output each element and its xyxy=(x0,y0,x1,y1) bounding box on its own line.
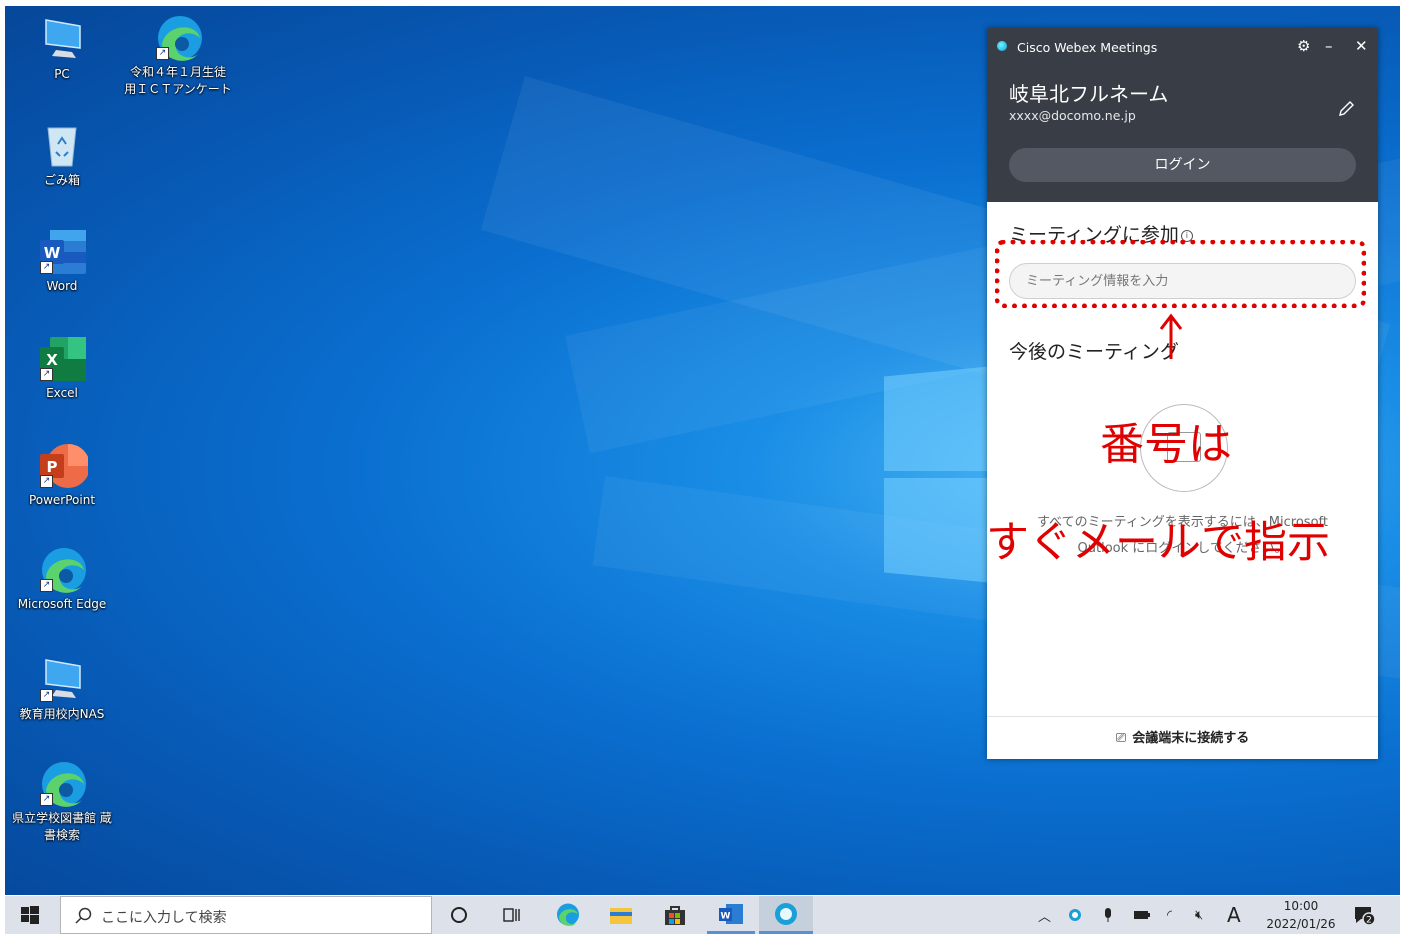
desktop-icon-label: Microsoft Edge xyxy=(17,597,107,611)
recycle-bin-icon xyxy=(36,122,88,168)
excel-icon: X ↗ xyxy=(36,335,88,381)
svg-text:2: 2 xyxy=(1366,916,1372,926)
settings-gear-icon[interactable]: ⚙ xyxy=(1297,37,1310,55)
edit-pencil-icon[interactable] xyxy=(1337,100,1355,122)
edge-icon: ↗ xyxy=(36,760,88,807)
shortcut-arrow-icon: ↗ xyxy=(40,368,53,381)
cortana-button[interactable] xyxy=(437,896,481,934)
windows-logo-wallpaper xyxy=(884,478,994,583)
pc-icon xyxy=(36,16,88,62)
desktop-icon-recycle-bin[interactable]: ごみ箱 xyxy=(7,122,117,189)
taskbar-webex-icon[interactable] xyxy=(759,896,813,934)
taskbar: ここに入力して検索 W ︿ ◜ 🔇︎ A 10:00 2022/01/26 2 xyxy=(5,896,1400,934)
desktop-icon-label: PC xyxy=(54,67,70,81)
taskbar-file-explorer-icon[interactable] xyxy=(599,896,643,934)
svg-text:W: W xyxy=(721,911,731,921)
svg-text:W: W xyxy=(44,244,61,262)
desktop-icon-word[interactable]: W ↗ Word xyxy=(7,228,117,295)
shortcut-arrow-icon: ↗ xyxy=(40,689,53,702)
divider xyxy=(987,716,1378,717)
desktop-icon-label: 県立学校図書館 蔵書検索 xyxy=(12,811,112,842)
cast-icon: ⎚ xyxy=(1115,731,1127,746)
task-view-button[interactable] xyxy=(489,896,533,934)
desktop-icon-label: PowerPoint xyxy=(28,493,96,507)
taskbar-edge-icon[interactable] xyxy=(545,896,589,934)
minimize-button[interactable]: – xyxy=(1325,37,1333,55)
login-button[interactable]: ログイン xyxy=(1009,148,1356,182)
taskbar-word-icon[interactable]: W xyxy=(707,896,755,934)
word-icon: W ↗ xyxy=(36,228,88,274)
desktop-icon-label: Word xyxy=(46,279,78,293)
start-button[interactable] xyxy=(5,896,55,934)
taskbar-store-icon[interactable] xyxy=(653,896,697,934)
desktop-icon-microsoft-edge[interactable]: ↗ Microsoft Edge xyxy=(7,546,117,613)
microphone-icon[interactable] xyxy=(1103,896,1119,934)
taskbar-search-box[interactable]: ここに入力して検索 xyxy=(60,896,432,934)
desktop-icon-nas[interactable]: ↗ 教育用校内NAS xyxy=(7,656,117,723)
wifi-icon[interactable]: ◜ xyxy=(1167,896,1187,934)
notification-center-icon[interactable]: 2 xyxy=(1353,896,1377,934)
shortcut-arrow-icon: ↗ xyxy=(40,579,53,592)
network-pc-icon: ↗ xyxy=(36,656,88,702)
search-placeholder: ここに入力して検索 xyxy=(101,910,227,926)
desktop-icon-pc[interactable]: PC xyxy=(7,16,117,83)
shortcut-arrow-icon: ↗ xyxy=(40,793,53,806)
close-button[interactable]: ✕ xyxy=(1355,37,1368,55)
desktop-icon-label: 令和４年１月生徒 用ＩＣＴアンケート xyxy=(124,65,232,96)
webex-logo-icon xyxy=(997,41,1007,51)
edge-icon: ↗ xyxy=(36,546,88,593)
desktop-icon-ict-survey[interactable]: ↗ 令和４年１月生徒 用ＩＣＴアンケート xyxy=(123,14,233,98)
webex-header: Cisco Webex Meetings ⚙ – ✕ 岐阜北フルネーム xxxx… xyxy=(987,28,1378,202)
user-email: xxxx@docomo.ne.jp xyxy=(1009,108,1136,123)
shortcut-arrow-icon: ↗ xyxy=(40,261,53,274)
battery-icon[interactable] xyxy=(1133,896,1155,934)
desktop-icon-label: ごみ箱 xyxy=(43,173,80,187)
desktop-icon-powerpoint[interactable]: P ↗ PowerPoint xyxy=(7,442,117,509)
windows-logo-wallpaper xyxy=(884,366,994,471)
powerpoint-icon: P ↗ xyxy=(36,442,90,488)
connect-device-button[interactable]: ⎚ 会議端末に接続する xyxy=(987,728,1378,750)
user-name: 岐阜北フルネーム xyxy=(1009,82,1169,106)
desktop-icon-library-search[interactable]: ↗ 県立学校図書館 蔵書検索 xyxy=(7,760,117,844)
annotation-text: 番号は xyxy=(1100,419,1232,470)
svg-text:P: P xyxy=(47,458,58,476)
desktop-icon-label: 教育用校内NAS xyxy=(19,707,105,721)
window-title: Cisco Webex Meetings xyxy=(1017,40,1158,55)
clock-date: 2022/01/26 xyxy=(1266,917,1336,931)
tray-webex-icon[interactable] xyxy=(1068,896,1088,934)
shortcut-arrow-icon: ↗ xyxy=(156,47,169,60)
shortcut-arrow-icon: ↗ xyxy=(40,475,53,488)
edge-icon: ↗ xyxy=(152,14,204,61)
windows-icon xyxy=(21,906,39,924)
show-hidden-icons-chevron-icon[interactable]: ︿ xyxy=(1038,896,1058,934)
clock[interactable]: 10:00 2022/01/26 xyxy=(1263,896,1339,934)
webex-window: Cisco Webex Meetings ⚙ – ✕ 岐阜北フルネーム xxxx… xyxy=(987,28,1378,759)
annotation-arrow-icon xyxy=(1158,313,1184,365)
desktop-icon-label: Excel xyxy=(46,386,78,400)
annotation-highlight-box xyxy=(995,240,1366,308)
desktop-icon-excel[interactable]: X ↗ Excel xyxy=(7,335,117,402)
svg-text:X: X xyxy=(46,351,58,369)
search-icon xyxy=(75,907,92,924)
annotation-text: すぐメールで指示 xyxy=(986,518,1330,568)
upcoming-meetings-title: 今後のミーティング xyxy=(1009,341,1179,363)
clock-time: 10:00 xyxy=(1283,899,1319,913)
volume-muted-icon[interactable]: 🔇︎ xyxy=(1195,896,1217,934)
ime-indicator[interactable]: A xyxy=(1227,896,1249,934)
